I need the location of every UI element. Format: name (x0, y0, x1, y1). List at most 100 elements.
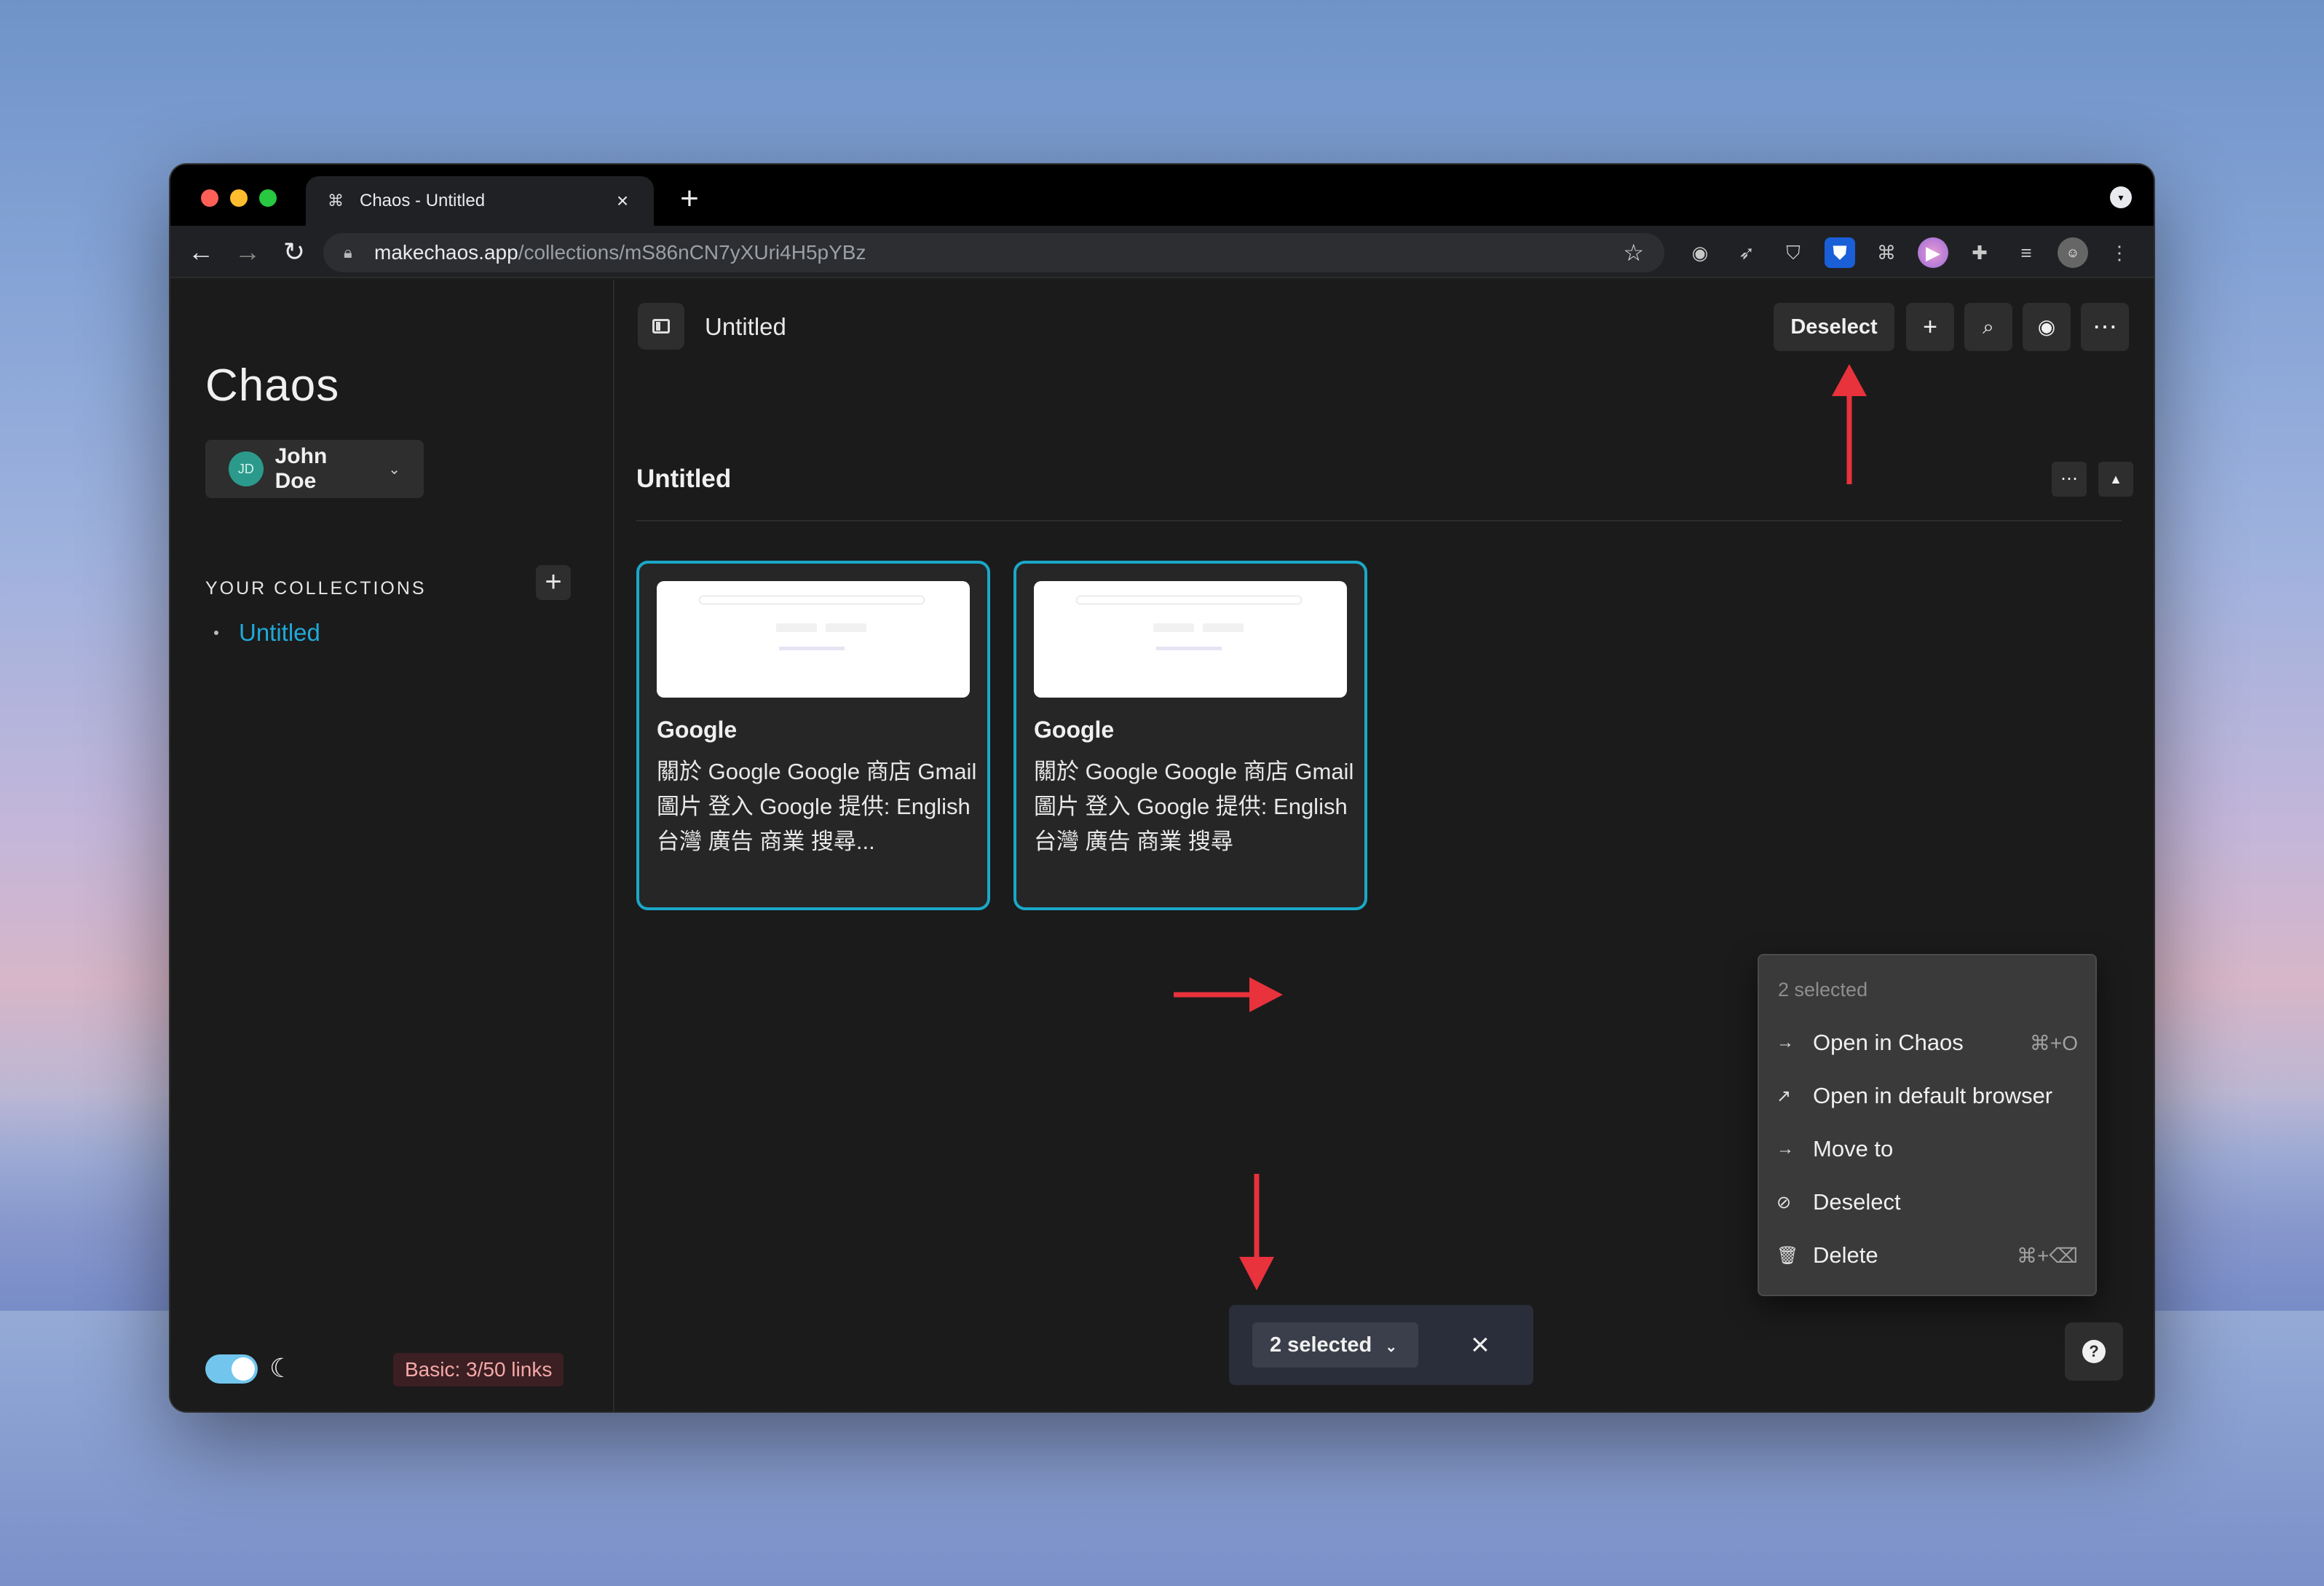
browser-toolbar: ← → ↻ 🔒︎ makechaos.app/collections/mS86n… (170, 226, 2154, 278)
bitwarden-shield-icon[interactable]: ⛊ (1825, 237, 1855, 268)
avatar: JD (229, 451, 264, 486)
menu-item-shortcut: ⌘+O (2029, 1031, 2078, 1054)
help-button[interactable]: ? (2065, 1322, 2123, 1381)
forward-icon[interactable]: → (232, 236, 264, 268)
profile-avatar-icon[interactable]: ☺ (2058, 237, 2088, 268)
reading-list-icon[interactable]: ≡ (2011, 237, 2042, 268)
chevron-down-icon: ⌄ (1385, 1339, 1398, 1355)
context-menu: 2 selected → Open in Chaos ⌘+O ↗ Open in… (1758, 954, 2097, 1296)
zoom-window-button[interactable] (259, 189, 277, 207)
extensions-row: ◉ ➶ ⛉ ⛊ ⌘ ▶ ✚ ≡ ☺ ⋮ (1685, 237, 2135, 268)
menu-item-delete[interactable]: 🗑︎ Delete ⌘+⌫ (1759, 1229, 2095, 1282)
menu-item-open-in-chaos[interactable]: → Open in Chaos ⌘+O (1759, 1017, 2095, 1069)
tab-close-icon[interactable]: × (612, 189, 633, 213)
ban-icon: ⊘ (1776, 1192, 1792, 1212)
menu-item-move-to[interactable]: → Move to (1759, 1123, 2095, 1175)
annotation-arrow-up (1832, 364, 1867, 484)
tab-search-icon[interactable]: ▾ (2110, 186, 2132, 208)
plan-badge[interactable]: Basic: 3/50 links (393, 1353, 564, 1386)
puzzle-extensions-icon[interactable]: ✚ (1964, 237, 1995, 268)
new-tab-button[interactable]: + (671, 181, 708, 217)
eye-icon[interactable]: ◉ (2023, 303, 2071, 351)
card-description: 關於 Google Google 商店 Gmail圖片 登入 Google 提供… (657, 759, 977, 854)
bookmark-star-icon[interactable]: ☆ (1623, 239, 1644, 267)
card-title: Google (657, 717, 738, 743)
close-icon[interactable]: × (1462, 1327, 1498, 1363)
minimize-window-button[interactable] (230, 189, 248, 207)
section-more-icon[interactable]: ⋯ (2052, 462, 2087, 497)
menu-item-label: Open in default browser (1813, 1083, 2053, 1108)
page-title[interactable]: Untitled (705, 313, 786, 341)
thumbnail-search-box (699, 596, 925, 604)
moon-icon: ☾ (269, 1353, 293, 1383)
url-text: makechaos.app/collections/mS86nCN7yXUri4… (374, 241, 1623, 264)
menu-item-deselect[interactable]: ⊘ Deselect (1759, 1176, 2095, 1228)
context-menu-heading: 2 selected (1778, 979, 1868, 1001)
tab-bar: ⌘ Chaos - Untitled × + ▾ (170, 165, 2154, 226)
browser-window: ⌘ Chaos - Untitled × + ▾ ← → ↻ 🔒︎ makech… (170, 165, 2154, 1411)
chaos-favicon-icon: ⌘ (328, 192, 344, 210)
brand-title: Chaos (205, 360, 340, 411)
thumbnail-button (826, 623, 866, 632)
menu-item-label: Open in Chaos (1813, 1030, 1964, 1055)
close-window-button[interactable] (201, 189, 218, 207)
card-description: 關於 Google Google 商店 Gmail圖片 登入 Google 提供… (1034, 759, 1354, 854)
sidebar-toggle-button[interactable] (638, 303, 684, 350)
reload-icon[interactable]: ↻ (278, 236, 310, 268)
menu-item-open-in-browser[interactable]: ↗ Open in default browser (1759, 1070, 2095, 1122)
user-name: John Doe (274, 444, 328, 493)
play-extension-icon[interactable]: ▶ (1918, 237, 1948, 268)
link-card[interactable]: Google 關於 Google Google 商店 Gmail圖片 登入 Go… (636, 561, 990, 910)
user-menu-button[interactable]: JD John Doe ⌄ (205, 440, 424, 498)
menu-item-label: Move to (1813, 1136, 1894, 1161)
add-collection-button[interactable]: + (536, 565, 571, 600)
browser-tab[interactable]: ⌘ Chaos - Untitled × (306, 176, 654, 226)
thumbnail-button (1203, 623, 1244, 632)
collections-heading: YOUR COLLECTIONS (205, 578, 427, 599)
card-thumbnail (1034, 581, 1347, 698)
sidebar-item-untitled[interactable]: Untitled (214, 619, 320, 647)
search-icon[interactable]: ⌕ (1964, 303, 2012, 351)
add-link-button[interactable]: + (1906, 303, 1954, 351)
help-icon: ? (2082, 1340, 2106, 1363)
deselect-button[interactable]: Deselect (1774, 303, 1894, 351)
camera-extension-icon[interactable]: ◉ (1685, 237, 1715, 268)
menu-item-label: Delete (1813, 1242, 1878, 1268)
trash-icon: 🗑︎ (1776, 1245, 1799, 1266)
toggle-knob (232, 1357, 255, 1381)
menu-item-shortcut: ⌘+⌫ (2017, 1244, 2078, 1267)
collapse-section-icon[interactable]: ▲ (2098, 462, 2133, 497)
theme-toggle[interactable] (205, 1354, 258, 1384)
section-title: Untitled (636, 465, 732, 493)
menu-item-label: Deselect (1813, 1189, 1901, 1215)
tab-title: Chaos - Untitled (360, 191, 486, 210)
more-options-icon[interactable]: ⋯ (2081, 303, 2129, 351)
back-icon[interactable]: ← (185, 236, 217, 268)
arrow-right-icon: → (1776, 1033, 1794, 1052)
lock-icon[interactable]: 🔒︎ (344, 243, 360, 262)
thumbnail-links (779, 647, 845, 650)
thumbnail-button (776, 623, 817, 632)
section-divider (636, 520, 2122, 521)
thumbnail-links (1156, 647, 1222, 650)
sidebar: Chaos JD John Doe ⌄ YOUR COLLECTIONS + U… (170, 280, 614, 1411)
annotation-arrow-right (1174, 977, 1283, 1012)
external-link-icon: ↗ (1776, 1086, 1792, 1106)
browser-menu-icon[interactable]: ⋮ (2104, 237, 2135, 268)
link-card[interactable]: Google 關於 Google Google 商店 Gmail圖片 登入 Go… (1013, 561, 1367, 910)
annotation-arrow-down (1239, 1174, 1274, 1290)
url-host: makechaos.app (374, 241, 518, 264)
chevron-down-icon: ⌄ (388, 461, 400, 478)
sidebar-panel-icon (652, 319, 670, 334)
selection-dropdown[interactable]: 2 selected ⌄ (1252, 1322, 1418, 1368)
chaos-extension-icon[interactable]: ⌘ (1871, 237, 1902, 268)
bullet-icon (214, 631, 218, 635)
main-content: Untitled Deselect + ⌕ ◉ ⋯ Untitled ⋯ ▲ G… (616, 280, 2154, 1411)
ublock-shield-icon[interactable]: ⛉ (1778, 237, 1809, 268)
card-thumbnail (657, 581, 970, 698)
rocket-extension-icon[interactable]: ➶ (1731, 237, 1762, 268)
address-bar[interactable]: 🔒︎ makechaos.app/collections/mS86nCN7yXU… (323, 233, 1664, 272)
card-title: Google (1034, 717, 1115, 743)
selection-count: 2 selected (1270, 1333, 1372, 1357)
sidebar-item-label: Untitled (239, 619, 320, 646)
